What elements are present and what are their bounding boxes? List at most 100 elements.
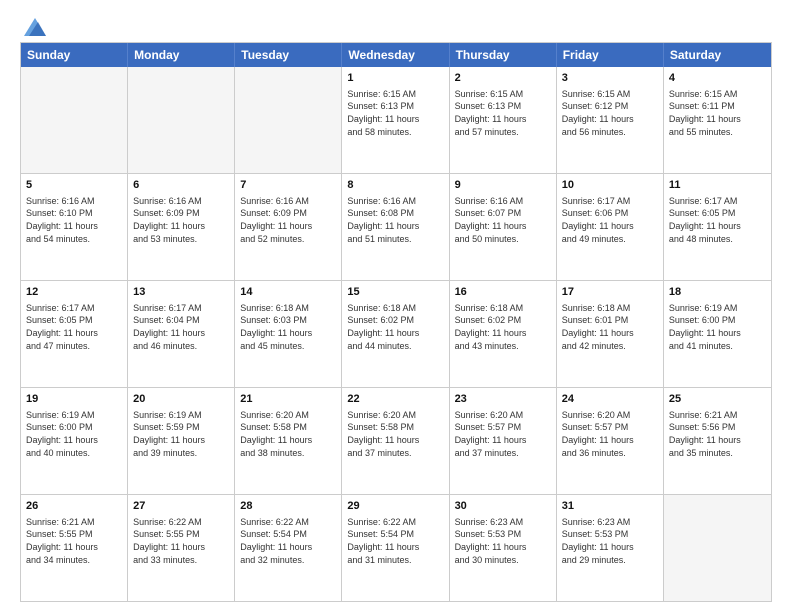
day-number: 18 [669, 285, 766, 300]
logo-icon [24, 18, 46, 36]
day-info: Sunrise: 6:21 AM Sunset: 5:56 PM Dayligh… [669, 409, 766, 459]
day-number: 30 [455, 499, 551, 514]
day-cell-17: 17Sunrise: 6:18 AM Sunset: 6:01 PM Dayli… [557, 281, 664, 387]
day-cell-23: 23 Sunrise: 6:20 AM Sunset: 5:57 PM Dayli… [450, 388, 557, 494]
day-number: 3 [562, 71, 658, 86]
day-number: 15 [347, 285, 443, 300]
day-info: Sunrise: 6:22 AM Sunset: 5:55 PM Dayligh… [133, 516, 229, 566]
day-info: Sunrise: 6:16 AM Sunset: 6:10 PM Dayligh… [26, 195, 122, 245]
calendar-row-4: 26 Sunrise: 6:21 AM Sunset: 5:55 PM Dayli… [21, 494, 771, 601]
day-info: Sunrise: 6:18 AM Sunset: 6:01 PM Dayligh… [562, 302, 658, 352]
day-cell-31: 31 Sunrise: 6:23 AM Sunset: 5:53 PM Dayli… [557, 495, 664, 601]
day-info: Sunrise: 6:22 AM Sunset: 5:54 PM Dayligh… [240, 516, 336, 566]
calendar: SundayMondayTuesdayWednesdayThursdayFrid… [20, 42, 772, 602]
day-cell-12: 12Sunrise: 6:17 AM Sunset: 6:05 PM Dayli… [21, 281, 128, 387]
day-info: Sunrise: 6:16 AM Sunset: 6:07 PM Dayligh… [455, 195, 551, 245]
day-info: Sunrise: 6:18 AM Sunset: 6:02 PM Dayligh… [347, 302, 443, 352]
day-info: Sunrise: 6:16 AM Sunset: 6:08 PM Dayligh… [347, 195, 443, 245]
day-info: Sunrise: 6:18 AM Sunset: 6:03 PM Dayligh… [240, 302, 336, 352]
header-day-sunday: Sunday [21, 43, 128, 67]
day-number: 28 [240, 499, 336, 514]
day-cell-4: 4 Sunrise: 6:15 AM Sunset: 6:11 PM Daylig… [664, 67, 771, 173]
day-number: 5 [26, 178, 122, 193]
day-cell-29: 29 Sunrise: 6:22 AM Sunset: 5:54 PM Dayli… [342, 495, 449, 601]
day-cell-2: 2 Sunrise: 6:15 AM Sunset: 6:13 PM Daylig… [450, 67, 557, 173]
header-day-thursday: Thursday [450, 43, 557, 67]
day-cell-1: 1 Sunrise: 6:15 AM Sunset: 6:13 PM Daylig… [342, 67, 449, 173]
day-cell-28: 28 Sunrise: 6:22 AM Sunset: 5:54 PM Dayli… [235, 495, 342, 601]
header-day-saturday: Saturday [664, 43, 771, 67]
day-info: Sunrise: 6:19 AM Sunset: 5:59 PM Dayligh… [133, 409, 229, 459]
day-number: 22 [347, 392, 443, 407]
day-info: Sunrise: 6:20 AM Sunset: 5:58 PM Dayligh… [240, 409, 336, 459]
day-cell-25: 25Sunrise: 6:21 AM Sunset: 5:56 PM Dayli… [664, 388, 771, 494]
header [20, 18, 772, 32]
day-cell-26: 26 Sunrise: 6:21 AM Sunset: 5:55 PM Dayli… [21, 495, 128, 601]
day-number: 16 [455, 285, 551, 300]
day-info: Sunrise: 6:23 AM Sunset: 5:53 PM Dayligh… [455, 516, 551, 566]
empty-cell-0-1 [128, 67, 235, 173]
day-info: Sunrise: 6:20 AM Sunset: 5:57 PM Dayligh… [562, 409, 658, 459]
day-info: Sunrise: 6:15 AM Sunset: 6:13 PM Dayligh… [347, 88, 443, 138]
day-cell-7: 7Sunrise: 6:16 AM Sunset: 6:09 PM Daylig… [235, 174, 342, 280]
day-number: 24 [562, 392, 658, 407]
day-number: 26 [26, 499, 122, 514]
logo [20, 18, 46, 32]
day-number: 20 [133, 392, 229, 407]
calendar-row-3: 19 Sunrise: 6:19 AM Sunset: 6:00 PM Dayli… [21, 387, 771, 494]
day-cell-19: 19 Sunrise: 6:19 AM Sunset: 6:00 PM Dayli… [21, 388, 128, 494]
day-cell-21: 21Sunrise: 6:20 AM Sunset: 5:58 PM Dayli… [235, 388, 342, 494]
day-info: Sunrise: 6:19 AM Sunset: 6:00 PM Dayligh… [26, 409, 122, 459]
day-number: 10 [562, 178, 658, 193]
day-cell-30: 30 Sunrise: 6:23 AM Sunset: 5:53 PM Dayli… [450, 495, 557, 601]
day-cell-5: 5 Sunrise: 6:16 AM Sunset: 6:10 PM Daylig… [21, 174, 128, 280]
day-number: 4 [669, 71, 766, 86]
day-number: 14 [240, 285, 336, 300]
day-number: 6 [133, 178, 229, 193]
day-cell-13: 13 Sunrise: 6:17 AM Sunset: 6:04 PM Dayli… [128, 281, 235, 387]
day-number: 27 [133, 499, 229, 514]
day-number: 23 [455, 392, 551, 407]
day-number: 11 [669, 178, 766, 193]
day-cell-16: 16Sunrise: 6:18 AM Sunset: 6:02 PM Dayli… [450, 281, 557, 387]
day-info: Sunrise: 6:17 AM Sunset: 6:06 PM Dayligh… [562, 195, 658, 245]
day-number: 31 [562, 499, 658, 514]
day-number: 13 [133, 285, 229, 300]
empty-cell-4-6 [664, 495, 771, 601]
day-info: Sunrise: 6:22 AM Sunset: 5:54 PM Dayligh… [347, 516, 443, 566]
day-cell-9: 9 Sunrise: 6:16 AM Sunset: 6:07 PM Daylig… [450, 174, 557, 280]
calendar-row-0: 1 Sunrise: 6:15 AM Sunset: 6:13 PM Daylig… [21, 67, 771, 173]
day-cell-8: 8 Sunrise: 6:16 AM Sunset: 6:08 PM Daylig… [342, 174, 449, 280]
day-number: 2 [455, 71, 551, 86]
day-number: 29 [347, 499, 443, 514]
day-number: 9 [455, 178, 551, 193]
day-number: 19 [26, 392, 122, 407]
day-info: Sunrise: 6:21 AM Sunset: 5:55 PM Dayligh… [26, 516, 122, 566]
day-cell-3: 3Sunrise: 6:15 AM Sunset: 6:12 PM Daylig… [557, 67, 664, 173]
day-number: 1 [347, 71, 443, 86]
day-info: Sunrise: 6:15 AM Sunset: 6:13 PM Dayligh… [455, 88, 551, 138]
page: SundayMondayTuesdayWednesdayThursdayFrid… [0, 0, 792, 612]
day-cell-18: 18 Sunrise: 6:19 AM Sunset: 6:00 PM Dayli… [664, 281, 771, 387]
calendar-row-2: 12Sunrise: 6:17 AM Sunset: 6:05 PM Dayli… [21, 280, 771, 387]
day-info: Sunrise: 6:19 AM Sunset: 6:00 PM Dayligh… [669, 302, 766, 352]
calendar-row-1: 5 Sunrise: 6:16 AM Sunset: 6:10 PM Daylig… [21, 173, 771, 280]
day-cell-11: 11 Sunrise: 6:17 AM Sunset: 6:05 PM Dayli… [664, 174, 771, 280]
header-day-tuesday: Tuesday [235, 43, 342, 67]
day-info: Sunrise: 6:23 AM Sunset: 5:53 PM Dayligh… [562, 516, 658, 566]
day-info: Sunrise: 6:17 AM Sunset: 6:05 PM Dayligh… [669, 195, 766, 245]
header-day-monday: Monday [128, 43, 235, 67]
empty-cell-0-2 [235, 67, 342, 173]
day-info: Sunrise: 6:20 AM Sunset: 5:57 PM Dayligh… [455, 409, 551, 459]
day-info: Sunrise: 6:15 AM Sunset: 6:11 PM Dayligh… [669, 88, 766, 138]
header-day-friday: Friday [557, 43, 664, 67]
day-cell-6: 6 Sunrise: 6:16 AM Sunset: 6:09 PM Daylig… [128, 174, 235, 280]
day-info: Sunrise: 6:16 AM Sunset: 6:09 PM Dayligh… [133, 195, 229, 245]
header-day-wednesday: Wednesday [342, 43, 449, 67]
day-info: Sunrise: 6:17 AM Sunset: 6:04 PM Dayligh… [133, 302, 229, 352]
day-number: 8 [347, 178, 443, 193]
empty-cell-0-0 [21, 67, 128, 173]
calendar-header: SundayMondayTuesdayWednesdayThursdayFrid… [21, 43, 771, 67]
day-cell-10: 10 Sunrise: 6:17 AM Sunset: 6:06 PM Dayli… [557, 174, 664, 280]
day-info: Sunrise: 6:20 AM Sunset: 5:58 PM Dayligh… [347, 409, 443, 459]
